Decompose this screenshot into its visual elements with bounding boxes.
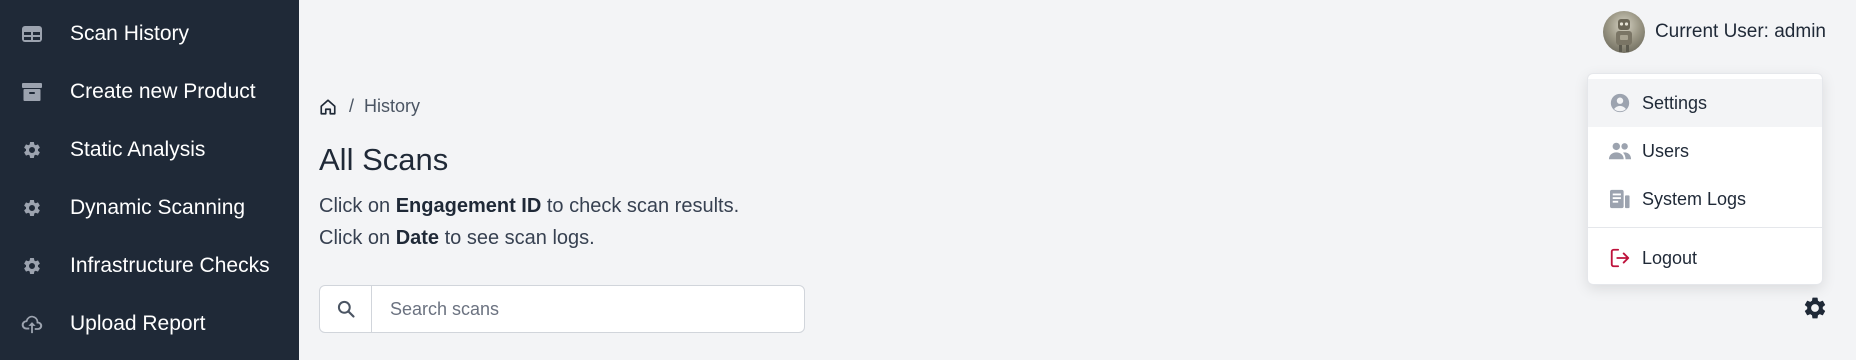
menu-item-label: Logout [1642, 247, 1698, 268]
archive-icon [20, 80, 44, 104]
instruction-text: to check scan results. [541, 195, 740, 217]
gear-icon [1802, 295, 1828, 326]
current-user-label: Current User: admin [1654, 21, 1826, 42]
avatar [1602, 11, 1645, 53]
cloud-upload-icon [20, 312, 44, 336]
sidebar-item-label: Scan History [70, 22, 190, 45]
search-icon[interactable] [320, 286, 372, 332]
instruction-bold: Date [395, 227, 440, 249]
user-circle-icon [1608, 91, 1632, 115]
search-input[interactable] [372, 286, 804, 332]
sidebar: Scan History Create new Product Static A… [0, 0, 299, 360]
sidebar-item-label: Static Analysis [70, 138, 206, 161]
users-icon [1608, 139, 1632, 163]
user-dropdown-menu: Settings Users System Logs Logout [1587, 73, 1823, 285]
breadcrumb-current: History [364, 96, 421, 116]
menu-item-logout[interactable]: Logout [1588, 234, 1822, 282]
sidebar-item-label: Upload Report [70, 312, 206, 335]
instruction-text: to see scan logs. [439, 227, 595, 249]
instruction-line: Click on Date to see scan logs. [319, 227, 595, 250]
gear-icon [20, 138, 44, 162]
sidebar-item-label: Dynamic Scanning [70, 196, 246, 219]
sidebar-item-label: Create new Product [70, 80, 256, 103]
logout-icon [1608, 246, 1632, 270]
settings-gear-button[interactable] [1801, 296, 1829, 324]
menu-item-system-logs[interactable]: System Logs [1588, 175, 1822, 223]
breadcrumb: / History [319, 96, 420, 117]
menu-item-label: Settings [1642, 92, 1708, 113]
search-box [319, 285, 805, 333]
sidebar-item-upload-report[interactable]: Upload Report [0, 295, 299, 353]
sidebar-item-infrastructure-checks[interactable]: Infrastructure Checks [0, 237, 299, 295]
user-menu-toggle[interactable]: Current User: admin [1602, 11, 1826, 53]
table-icon [20, 22, 44, 46]
instruction-line: Click on Engagement ID to check scan res… [319, 195, 739, 218]
sidebar-item-create-product[interactable]: Create new Product [0, 63, 299, 121]
sidebar-item-dynamic-scanning[interactable]: Dynamic Scanning [0, 179, 299, 237]
menu-item-users[interactable]: Users [1588, 127, 1822, 175]
menu-item-label: Users [1642, 140, 1690, 161]
sidebar-item-static-analysis[interactable]: Static Analysis [0, 121, 299, 179]
sidebar-item-label: Infrastructure Checks [70, 254, 270, 277]
menu-divider [1588, 227, 1822, 228]
instruction-bold: Engagement ID [395, 195, 542, 217]
page-title: All Scans [319, 142, 449, 177]
gear-icon [20, 196, 44, 220]
home-icon[interactable] [319, 97, 339, 117]
gear-icon [20, 254, 44, 278]
menu-item-label: System Logs [1642, 188, 1747, 209]
menu-item-settings[interactable]: Settings [1588, 79, 1822, 127]
breadcrumb-separator: / [349, 96, 355, 116]
instruction-text: Click on [319, 227, 396, 249]
sidebar-item-scan-history[interactable]: Scan History [0, 5, 299, 63]
instruction-text: Click on [319, 195, 396, 217]
logs-icon [1608, 187, 1632, 211]
